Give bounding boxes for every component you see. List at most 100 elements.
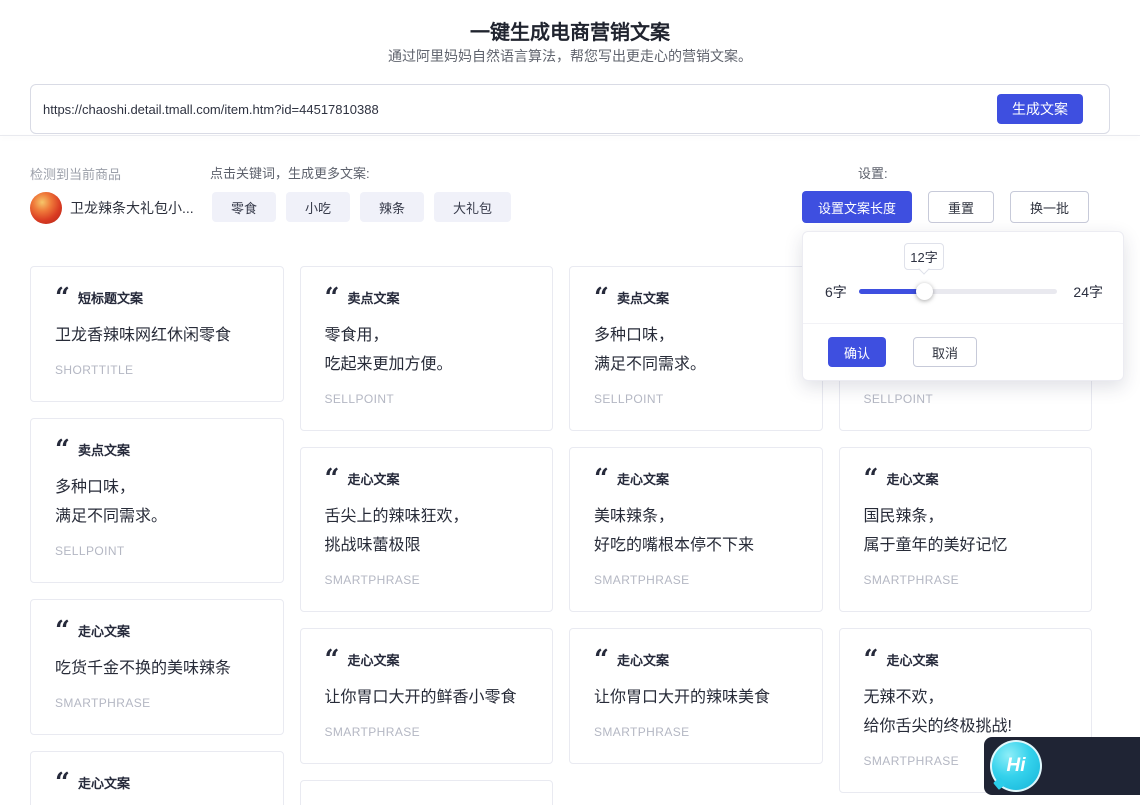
chat-bubble-icon: Hi <box>990 740 1042 792</box>
card-type-label: 走心文案 <box>347 472 400 487</box>
card-copy-text: 舌尖上的辣味狂欢， 挑战味蕾极限 <box>324 508 469 554</box>
card-category-tag: SMARTPHRASE <box>594 725 690 739</box>
keyword-pill-2[interactable]: 小吃 <box>286 192 351 222</box>
product-image <box>30 192 62 224</box>
generate-copy-button[interactable]: 生成文案 <box>997 94 1083 124</box>
card-category-tag: SMARTPHRASE <box>55 696 151 710</box>
card-header: “ 走心文案 <box>863 464 1068 494</box>
card-type-label: 走心文案 <box>616 472 669 487</box>
keyword-pill-1[interactable]: 零食 <box>212 192 277 222</box>
header-divider <box>0 135 1140 136</box>
keyword-pill-4[interactable]: 大礼包 <box>434 192 512 222</box>
confirm-button[interactable]: 确认 <box>828 337 886 367</box>
card-copy-text: 无辣不欢， 给你舌尖的终极挑战! <box>863 689 1012 735</box>
card-header: “ 卖点文案 <box>594 283 798 313</box>
refresh-batch-button[interactable]: 换一批 <box>1010 191 1090 223</box>
detected-product-label: 检测到当前商品 <box>30 167 122 182</box>
quote-icon: “ <box>324 645 340 675</box>
card-header: “ 走心文案 <box>55 616 259 646</box>
quote-icon: “ <box>594 645 609 675</box>
card-copy-text: 多种口味， 满足不同需求。 <box>594 327 707 373</box>
keyword-list: 零食 小吃 辣条 大礼包 <box>212 192 512 222</box>
card-header: “ 卖点文案 <box>324 283 529 313</box>
settings-buttons: 设置文案长度 重置 换一批 <box>802 191 1090 223</box>
slider-value-tooltip: 12字 <box>904 243 944 270</box>
card-header: “ 卖点文案 <box>55 435 259 465</box>
settings-label: 设置: <box>858 166 888 181</box>
product-name: 卫龙辣条大礼包小... <box>70 200 194 216</box>
copy-card[interactable] <box>299 780 553 805</box>
quote-icon: “ <box>594 283 609 313</box>
card-type-label: 走心文案 <box>886 653 939 668</box>
card-type-label: 走心文案 <box>77 776 130 791</box>
card-column-2: “卖点文案 零食用， 吃起来更加方便。 SELLPOINT “走心文案 舌尖上的辣味狂欢，… <box>299 266 553 805</box>
card-category-tag: SELLPOINT <box>594 392 664 406</box>
keyword-pill-3[interactable]: 辣条 <box>360 192 425 222</box>
quote-icon: “ <box>55 283 70 313</box>
card-copy-text: 国民辣条， 属于童年的美好记忆 <box>863 508 1008 554</box>
popup-divider <box>803 323 1123 324</box>
card-category-tag: SELLPOINT <box>55 544 125 558</box>
chat-greeting: Hi <box>1006 755 1026 776</box>
slider-fill <box>859 289 925 294</box>
cancel-button[interactable]: 取消 <box>913 337 977 367</box>
copy-card[interactable]: “ 卖点文案多种口味， 满足不同需求。 SELLPOINT <box>30 418 284 583</box>
card-category-tag: SMARTPHRASE <box>324 725 421 739</box>
copy-card[interactable]: “ 走心文案国民辣条， 属于童年的美好记忆 SMARTPHRASE <box>838 447 1092 612</box>
detected-product: 卫龙辣条大礼包小... <box>30 192 194 224</box>
product-url-input[interactable] <box>43 101 997 117</box>
copy-card[interactable]: “ 走心文案舌尖上的辣味狂欢， 挑战味蕾极限 SMARTPHRASE <box>299 447 553 612</box>
copy-card[interactable]: “ 短标题文案卫龙香辣味网红休闲零食 SHORTTITLE <box>30 266 284 402</box>
card-header: “ 走心文案 <box>594 464 798 494</box>
length-setting-popup: 12字 6字 24字 确认 取消 <box>802 231 1124 381</box>
slider-min-label: 6字 <box>825 284 847 300</box>
quote-icon: “ <box>55 616 70 646</box>
copy-card[interactable]: “ 走心文案 <box>30 751 284 805</box>
slider-handle[interactable] <box>916 283 934 300</box>
slider-max-label: 24字 <box>1073 284 1103 300</box>
card-header: “ 走心文案 <box>324 645 529 675</box>
card-category-tag: SELLPOINT <box>863 392 934 406</box>
card-header: “ 短标题文案 <box>55 283 259 313</box>
card-header: “ 走心文案 <box>864 647 1068 673</box>
copy-card[interactable]: “ 卖点文案多种口味， 满足不同需求。 SELLPOINT <box>569 266 823 431</box>
copy-card[interactable]: “ 走心文案 美味辣条， 好吃的嘴根本停不下来 SMARTPHRASE <box>569 447 823 612</box>
card-header: “ 走心文案 <box>594 645 798 675</box>
copy-card[interactable]: “ 走心文案吃货千金不换的美味辣条 SMARTPHRASE <box>30 599 284 735</box>
copy-card[interactable]: “ 走心文案 让你胃口大开的鲜香小零食 SMARTPHRASE <box>299 628 553 764</box>
card-copy-text: 吃货千金不换的美味辣条 <box>55 660 232 677</box>
copy-card[interactable]: “ 卖点文案 零食用， 吃起来更加方便。 SELLPOINT <box>299 266 553 431</box>
copy-generator-page: 一键生成电商营销文案 通过阿里妈妈自然语言算法，帮您写出更走心的营销文案。 生成… <box>0 0 1140 805</box>
card-type-label: 卖点文案 <box>347 291 400 306</box>
card-category-tag: SMARTPHRASE <box>863 573 960 587</box>
card-type-label: 短标题文案 <box>77 291 143 306</box>
card-type-label: 走心文案 <box>347 653 400 668</box>
quote-icon: “ <box>324 464 340 494</box>
card-category-tag: SMARTPHRASE <box>324 573 421 587</box>
card-header: “ 走心文案 <box>55 770 259 796</box>
card-type-label: 卖点文案 <box>77 443 130 458</box>
quote-icon: “ <box>863 464 879 494</box>
quote-icon: “ <box>55 435 70 465</box>
card-copy-text: 美味辣条， 好吃的嘴根本停不下来 <box>594 508 755 554</box>
card-column-3: “卖点文案 多种口味， 满足不同需求。 SELLPOINT “走心文案 美味辣条， 好吃的嘴… <box>569 266 823 805</box>
card-type-label: 走心文案 <box>77 624 130 639</box>
set-length-button[interactable]: 设置文案长度 <box>802 191 913 223</box>
page-title: 一键生成电商营销文案 <box>470 22 670 44</box>
keywords-label: 点击关键词，生成更多文案: <box>210 166 370 181</box>
card-type-label: 卖点文案 <box>616 291 669 306</box>
card-copy-text: 多种口味， 满足不同需求。 <box>55 479 168 525</box>
quote-icon: “ <box>594 464 609 494</box>
copy-card[interactable]: “ 走心文案让你胃口大开的辣味美食 SMARTPHRASE <box>569 628 823 764</box>
quote-icon: “ <box>324 283 340 313</box>
reset-button[interactable]: 重置 <box>928 191 995 223</box>
card-copy-text: 让你胃口大开的辣味美食 <box>594 689 771 706</box>
card-type-label: 走心文案 <box>616 653 669 668</box>
chat-widget[interactable]: Hi <box>984 737 1140 795</box>
length-slider[interactable] <box>859 283 1057 300</box>
card-copy-text: 零食用， 吃起来更加方便。 <box>324 327 453 373</box>
card-category-tag: SHORTTITLE <box>55 363 134 377</box>
card-type-label: 走心文案 <box>886 472 939 487</box>
card-column-1: “ 短标题文案卫龙香辣味网红休闲零食 SHORTTITLE “ 卖点文案多种口味， 满足不… <box>30 266 284 805</box>
card-copy-text: 卫龙香辣味网红休闲零食 <box>55 327 232 344</box>
